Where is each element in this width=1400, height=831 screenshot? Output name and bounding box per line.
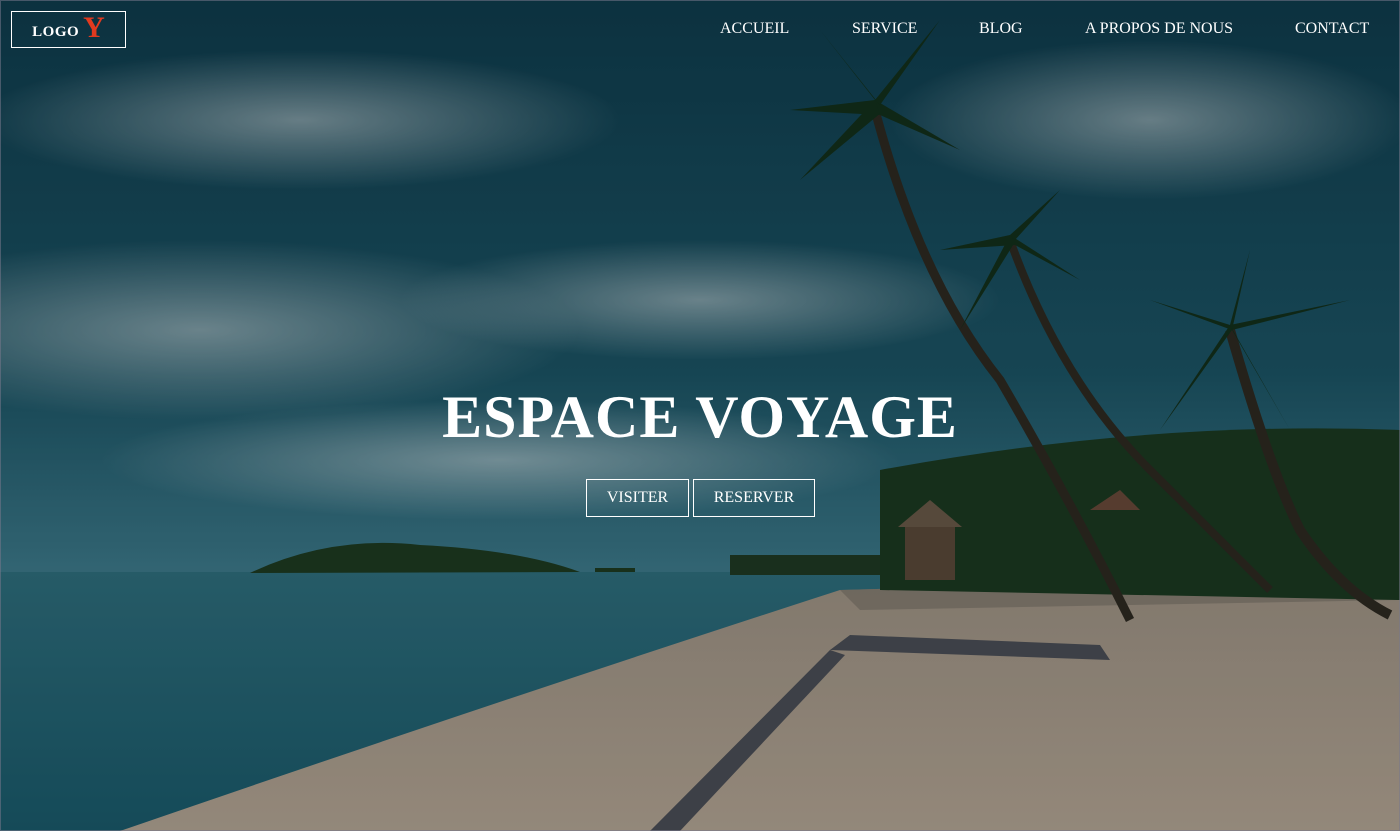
logo[interactable]: LOGO Y [11,11,126,48]
logo-text: LOGO [32,24,80,40]
nav-item-accueil[interactable]: ACCUEIL [720,20,789,38]
book-button[interactable]: RESERVER [693,479,815,517]
nav-item-blog[interactable]: BLOG [979,20,1023,38]
hero-title: ESPACE VOYAGE [442,384,958,450]
nav-item-service[interactable]: SERVICE [852,20,917,38]
visit-button[interactable]: VISITER [586,479,689,517]
logo-accent-letter: Y [83,10,105,44]
nav-item-contact[interactable]: CONTACT [1295,20,1369,38]
nav-item-a-propos[interactable]: A PROPOS DE NOUS [1085,20,1233,38]
